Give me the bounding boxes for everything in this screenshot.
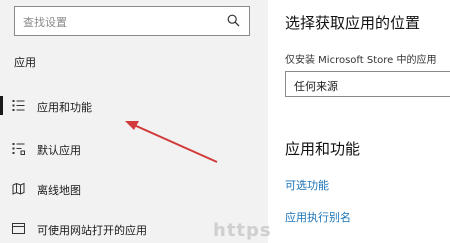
main-content: 选择获取应用的位置 仅安装 Microsoft Store 中的应用 任何来源 … bbox=[268, 0, 450, 243]
active-indicator bbox=[0, 96, 3, 115]
website-apps-icon bbox=[12, 223, 25, 234]
sidebar-item-label: 离线地图 bbox=[37, 184, 81, 197]
sidebar-item-label: 默认应用 bbox=[37, 144, 81, 157]
source-select-value: 任何来源 bbox=[294, 80, 338, 93]
sidebar-item-apps-features[interactable]: 应用和功能 bbox=[0, 92, 268, 120]
sidebar-item-default-apps[interactable]: 默认应用 bbox=[0, 135, 268, 163]
heading-install-location: 选择获取应用的位置 bbox=[285, 14, 421, 32]
heading-apps-features: 应用和功能 bbox=[285, 140, 361, 158]
offline-map-icon bbox=[12, 182, 25, 195]
sidebar-item-offline-maps[interactable]: 离线地图 bbox=[0, 175, 268, 203]
default-apps-icon bbox=[12, 143, 25, 155]
sidebar-item-label: 可使用网站打开的应用 bbox=[37, 224, 147, 237]
sidebar-item-label: 应用和功能 bbox=[37, 101, 92, 114]
app-execution-alias-link[interactable]: 应用执行别名 bbox=[285, 209, 351, 225]
optional-features-link[interactable]: 可选功能 bbox=[285, 177, 329, 193]
search-icon[interactable] bbox=[227, 14, 240, 27]
search-placeholder: 查找设置 bbox=[23, 16, 67, 29]
watermark-text: https bbox=[213, 220, 272, 241]
search-input[interactable]: 查找设置 bbox=[14, 6, 250, 36]
source-label: 仅安装 Microsoft Store 中的应用 bbox=[285, 55, 437, 66]
source-select[interactable]: 任何来源 bbox=[285, 71, 450, 97]
section-title: 应用 bbox=[14, 56, 36, 69]
sidebar: 查找设置 应用 应用和功能 默认应用 离线地图 可使用网站打开的应用 bbox=[0, 0, 268, 243]
apps-list-icon bbox=[12, 100, 25, 111]
